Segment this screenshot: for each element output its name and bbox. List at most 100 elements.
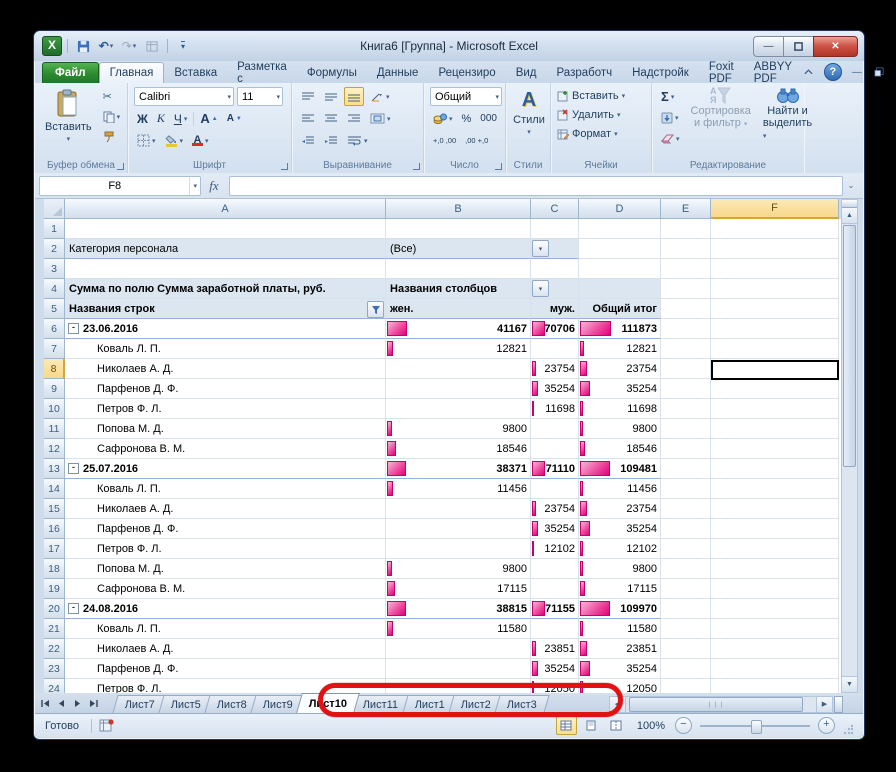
sort-filter-button[interactable]: АЯ Сортировка и фильтр ▾: [687, 87, 755, 157]
cell-A22[interactable]: Николаев А. Д.: [65, 639, 386, 659]
scroll-up-icon[interactable]: ▲: [842, 208, 857, 224]
row-header-12[interactable]: 12: [44, 439, 65, 459]
align-right-icon[interactable]: [344, 109, 364, 128]
filter-icon[interactable]: [367, 301, 384, 318]
row-header-6[interactable]: 6: [44, 319, 65, 339]
tab-9[interactable]: Надстройк: [622, 63, 699, 83]
vertical-scrollbar[interactable]: ▲ ▼: [841, 199, 858, 693]
workbook-restore-icon[interactable]: [872, 65, 886, 79]
cell-F19[interactable]: [711, 579, 839, 599]
cell-D6[interactable]: 111873: [579, 319, 661, 339]
cell-F16[interactable]: [711, 519, 839, 539]
cell-D2[interactable]: [579, 239, 661, 259]
page-layout-view-button[interactable]: [581, 716, 602, 735]
cell-F2[interactable]: [711, 239, 839, 259]
cell-E10[interactable]: [661, 399, 711, 419]
cell-C6[interactable]: 70706: [531, 319, 579, 339]
horizontal-scroll-thumb[interactable]: ❘❘❘: [629, 697, 803, 712]
horizontal-scrollbar[interactable]: ◀ ❘❘❘ ▶: [609, 696, 843, 712]
cell-E18[interactable]: [661, 559, 711, 579]
cell-D16[interactable]: 35254: [579, 519, 661, 539]
row-header-23[interactable]: 23: [44, 659, 65, 679]
tab-6[interactable]: Рецензиро: [428, 63, 505, 83]
tab-3[interactable]: Разметка с: [227, 63, 297, 83]
zoom-in-button[interactable]: +: [818, 717, 835, 734]
cell-F13[interactable]: [711, 459, 839, 479]
row-header-15[interactable]: 15: [44, 499, 65, 519]
cell-E15[interactable]: [661, 499, 711, 519]
cell-F9[interactable]: [711, 379, 839, 399]
cell-F7[interactable]: [711, 339, 839, 359]
copy-icon[interactable]: ▾: [100, 107, 124, 126]
comma-style-button[interactable]: 000: [477, 109, 500, 128]
align-top-icon[interactable]: [298, 87, 318, 106]
cell-F24[interactable]: [711, 679, 839, 693]
cell-C19[interactable]: [531, 579, 579, 599]
cell-A6[interactable]: -23.06.2016: [65, 319, 386, 339]
cell-B23[interactable]: [386, 659, 531, 679]
cell-E22[interactable]: [661, 639, 711, 659]
decrease-indent-icon[interactable]: [298, 131, 318, 150]
cell-D18[interactable]: 9800: [579, 559, 661, 579]
insert-cells-button[interactable]: Вставить▾: [557, 87, 647, 104]
cell-D8[interactable]: 23754: [579, 359, 661, 379]
underline-button[interactable]: Ч▾: [171, 109, 191, 128]
merge-center-icon[interactable]: ▾: [367, 109, 394, 128]
tab-file[interactable]: Файл: [42, 62, 99, 83]
row-header-13[interactable]: 13: [44, 459, 65, 479]
cell-D11[interactable]: 9800: [579, 419, 661, 439]
formula-bar-expand-icon[interactable]: ⌄: [843, 180, 859, 191]
cell-F11[interactable]: [711, 419, 839, 439]
fill-color-button[interactable]: ▾: [162, 131, 187, 150]
formula-input[interactable]: [229, 176, 843, 196]
format-cells-button[interactable]: Формат▾: [557, 125, 647, 142]
workbook-minimize-icon[interactable]: —: [850, 65, 864, 79]
excel-logo-icon[interactable]: X: [42, 36, 62, 56]
number-format-select[interactable]: Общий▾: [430, 87, 502, 106]
tab-4[interactable]: Формулы: [297, 63, 367, 83]
normal-view-button[interactable]: [556, 716, 577, 735]
scroll-right-icon[interactable]: ▶: [816, 696, 833, 713]
cell-C18[interactable]: [531, 559, 579, 579]
column-header-E[interactable]: E: [661, 199, 711, 219]
autosum-button[interactable]: Σ▾: [658, 87, 683, 106]
cell-F1[interactable]: [711, 219, 839, 239]
vertical-scroll-thumb[interactable]: [843, 225, 856, 467]
cell-C10[interactable]: 11698: [531, 399, 579, 419]
page-break-view-button[interactable]: [606, 716, 627, 735]
cell-A4[interactable]: Сумма по полю Сумма заработной платы, ру…: [65, 279, 386, 299]
cell-F20[interactable]: [711, 599, 839, 619]
tab-8[interactable]: Разработч: [547, 63, 623, 83]
column-header-F[interactable]: F: [711, 199, 839, 219]
cell-C1[interactable]: [531, 219, 579, 239]
fill-button[interactable]: ▾: [658, 108, 683, 127]
cell-D1[interactable]: [579, 219, 661, 239]
cell-B1[interactable]: [386, 219, 531, 239]
row-header-14[interactable]: 14: [44, 479, 65, 499]
cell-B3[interactable]: [386, 259, 531, 279]
collapse-ribbon-icon[interactable]: [802, 65, 816, 79]
cell-A15[interactable]: Николаев А. Д.: [65, 499, 386, 519]
cell-E3[interactable]: [661, 259, 711, 279]
select-all-corner[interactable]: [44, 199, 65, 219]
row-header-2[interactable]: 2: [44, 239, 65, 259]
cell-C16[interactable]: 35254: [531, 519, 579, 539]
cell-E6[interactable]: [661, 319, 711, 339]
row-header-20[interactable]: 20: [44, 599, 65, 619]
cell-E24[interactable]: [661, 679, 711, 693]
cell-C15[interactable]: 23754: [531, 499, 579, 519]
align-center-icon[interactable]: [321, 109, 341, 128]
cell-F4[interactable]: [711, 279, 839, 299]
delete-cells-button[interactable]: Удалить▾: [557, 106, 647, 123]
cell-E20[interactable]: [661, 599, 711, 619]
cell-E2[interactable]: [661, 239, 711, 259]
cell-B16[interactable]: [386, 519, 531, 539]
row-header-18[interactable]: 18: [44, 559, 65, 579]
column-header-A[interactable]: A: [65, 199, 386, 219]
grow-font-button[interactable]: А▲: [197, 109, 220, 128]
font-dialog-launcher[interactable]: [281, 163, 288, 170]
cell-E7[interactable]: [661, 339, 711, 359]
cell-E16[interactable]: [661, 519, 711, 539]
tab-11[interactable]: ABBYY PDF: [744, 63, 802, 83]
cell-B9[interactable]: [386, 379, 531, 399]
